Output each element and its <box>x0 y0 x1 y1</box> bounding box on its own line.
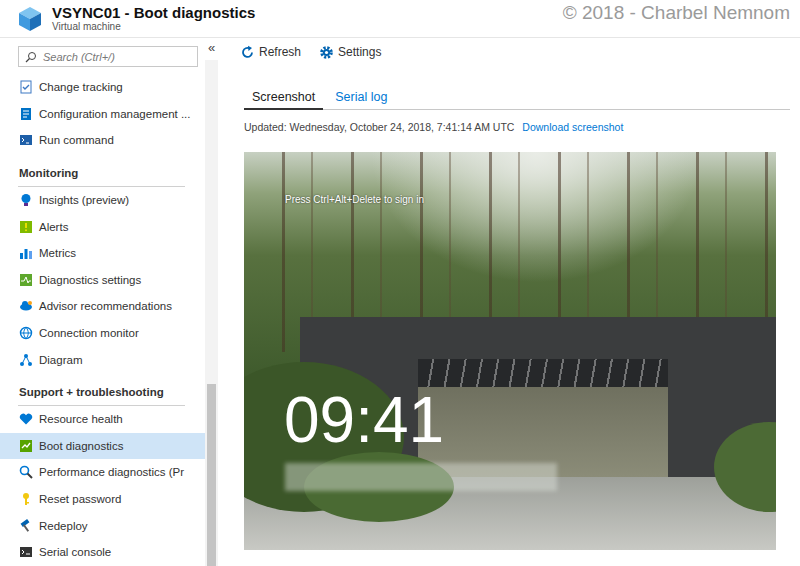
content-pane: Refresh Settings ScreenshotSerial log Up… <box>218 38 800 566</box>
alert-icon <box>19 220 33 234</box>
sidebar-item-label[interactable]: Alerts <box>39 221 68 233</box>
sidebar-item-label[interactable]: Diagnostics settings <box>39 274 141 286</box>
lock-screen-clock: 09:41 <box>284 388 444 452</box>
collapse-button[interactable]: « <box>205 38 218 60</box>
sidebar-item-label[interactable]: Insights (preview) <box>39 194 129 206</box>
tab-bar: ScreenshotSerial log <box>244 86 790 110</box>
settings-button[interactable]: Settings <box>319 45 381 60</box>
sidebar-item-label[interactable]: Change tracking <box>39 81 123 93</box>
updated-line: Updated: Wednesday, October 24, 2018, 7:… <box>244 120 790 134</box>
sidebar-item[interactable]: Boot diagnostics <box>0 433 205 460</box>
tab[interactable]: Serial log <box>327 86 395 110</box>
sidebar-item-label[interactable]: Advisor recommendations <box>39 300 172 312</box>
watermark: © 2018 - Charbel Nemnom <box>563 2 790 24</box>
bars-icon <box>19 246 33 260</box>
diag-icon <box>19 273 33 287</box>
portal-window: VSYNC01 - Boot diagnostics Virtual machi… <box>0 0 800 566</box>
updated-text: Updated: Wednesday, October 24, 2018, 7:… <box>244 121 514 133</box>
sidebar-item-label[interactable]: Diagram <box>39 354 82 366</box>
tab[interactable]: Screenshot <box>244 86 323 110</box>
nodes-icon <box>19 353 33 367</box>
hammer-icon <box>19 519 33 533</box>
download-screenshot-link[interactable]: Download screenshot <box>522 121 623 133</box>
sidebar-item-label[interactable]: Run command <box>39 134 114 146</box>
sidebar-item[interactable]: Alerts <box>0 213 205 240</box>
sidebar-item[interactable]: Diagnostics settings <box>0 267 205 294</box>
refresh-icon <box>240 45 255 60</box>
cloud-icon <box>19 299 33 313</box>
sidebar-item[interactable]: Resource health <box>0 406 205 433</box>
gear-icon <box>319 45 334 60</box>
virtual-machine-cube-icon <box>18 6 42 32</box>
terminal-icon <box>19 133 33 147</box>
section-header: Support + troubleshooting <box>18 373 185 406</box>
sidebar-item-label[interactable]: Connection monitor <box>39 327 139 339</box>
magnifier-icon <box>19 465 33 479</box>
boot-icon <box>19 439 33 453</box>
sidebar-item[interactable]: Performance diagnostics (Pr <box>0 459 205 486</box>
blade-title: VSYNC01 - Boot diagnostics <box>52 4 255 21</box>
sidebar-item[interactable]: Configuration management ... <box>0 101 205 128</box>
sign-in-hint: Press Ctrl+Alt+Delete to sign in <box>285 194 424 205</box>
refresh-button[interactable]: Refresh <box>240 45 301 60</box>
section-header: Monitoring <box>18 154 185 187</box>
console-icon <box>19 545 33 559</box>
sidebar-item-label[interactable]: Performance diagnostics (Pr <box>39 466 184 478</box>
blade-subtitle: Virtual machine <box>52 21 255 33</box>
sidebar-item-label[interactable]: Configuration management ... <box>39 108 191 120</box>
vm-screenshot: Press Ctrl+Alt+Delete to sign in 09:41 <box>244 152 776 550</box>
heart-icon <box>19 412 33 426</box>
sidebar-item-label[interactable]: Redeploy <box>39 520 88 532</box>
search-icon <box>25 51 37 63</box>
search-box[interactable]: Search (Ctrl+/) <box>18 46 198 67</box>
toolbar: Refresh Settings <box>218 40 790 64</box>
sidebar: Search (Ctrl+/) Change tracking Configur… <box>0 38 218 566</box>
sidebar-item[interactable]: Connection monitor <box>0 320 205 347</box>
key-icon <box>19 492 33 506</box>
sidebar-item[interactable]: Run command <box>0 127 205 154</box>
sidebar-item[interactable]: Reset password <box>0 486 205 513</box>
doc-gear-icon <box>19 107 33 121</box>
sidebar-item-label[interactable]: Serial console <box>39 546 111 558</box>
bulb-icon <box>19 193 33 207</box>
sidebar-item[interactable]: Insights (preview) <box>0 187 205 214</box>
globe-icon <box>19 326 33 340</box>
sidebar-item[interactable]: Serial console <box>0 539 205 566</box>
doc-check-icon <box>19 80 33 94</box>
sidebar-item-label[interactable]: Boot diagnostics <box>39 440 123 452</box>
sidebar-item[interactable]: Diagram <box>0 346 205 373</box>
scrollbar-thumb[interactable] <box>207 384 216 566</box>
sidebar-item[interactable]: Change tracking <box>0 74 205 101</box>
sidebar-item-label[interactable]: Metrics <box>39 247 76 259</box>
sidebar-item[interactable]: Redeploy <box>0 512 205 539</box>
sidebar-item[interactable]: Metrics <box>0 240 205 267</box>
scrollbar[interactable] <box>205 60 218 566</box>
blade-header: VSYNC01 - Boot diagnostics Virtual machi… <box>0 0 800 38</box>
sidebar-item[interactable]: Advisor recommendations <box>0 293 205 320</box>
search-placeholder[interactable]: Search (Ctrl+/) <box>43 51 115 63</box>
blurred-date <box>285 463 557 491</box>
sidebar-item-label[interactable]: Resource health <box>39 413 123 425</box>
sidebar-item-label[interactable]: Reset password <box>39 493 121 505</box>
